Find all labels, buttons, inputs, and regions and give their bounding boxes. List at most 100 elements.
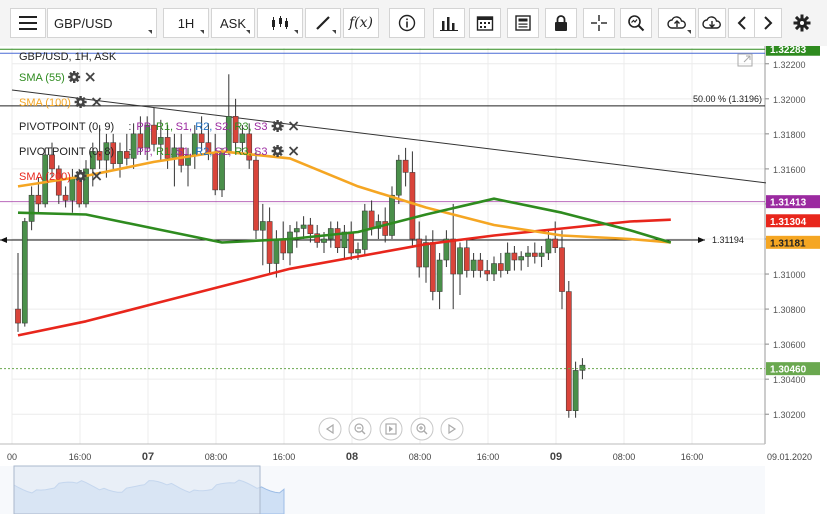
price-tag: 1.31181 bbox=[766, 235, 820, 249]
x-tick-label: 09 bbox=[550, 451, 562, 463]
y-tick-label: 1.31600 bbox=[773, 165, 806, 175]
pivot-level-label: PP, bbox=[136, 146, 152, 158]
x-tick-label: 00 bbox=[7, 452, 17, 462]
candle-body bbox=[518, 256, 525, 261]
settings-button[interactable] bbox=[787, 8, 817, 38]
y-tick-label: 1.30600 bbox=[773, 340, 806, 350]
pivot-level-label: R1, bbox=[156, 146, 173, 158]
news-button[interactable] bbox=[507, 8, 539, 38]
date-label: 09.01.2020 bbox=[767, 452, 812, 462]
zoom-icon bbox=[628, 15, 645, 32]
draw-button[interactable] bbox=[305, 8, 341, 38]
chart-area[interactable]: 1.322001.320001.318001.316001.314001.312… bbox=[0, 42, 827, 515]
gear-icon[interactable] bbox=[74, 96, 87, 108]
gear-hole bbox=[276, 124, 280, 128]
candle-body bbox=[157, 137, 164, 145]
candle-body bbox=[321, 238, 327, 243]
candle-body bbox=[253, 159, 259, 231]
calendar-button[interactable] bbox=[469, 8, 501, 38]
candle-body bbox=[484, 270, 491, 275]
scroll-left-button[interactable] bbox=[728, 8, 756, 38]
price-tag-label: 1.31181 bbox=[770, 238, 806, 249]
price-chart[interactable]: 1.322001.320001.318001.316001.314001.312… bbox=[0, 42, 827, 515]
draw-icon bbox=[316, 16, 330, 30]
y-tick-label: 1.30400 bbox=[773, 375, 806, 385]
zoom-button[interactable] bbox=[620, 8, 652, 38]
menu-icon bbox=[19, 16, 37, 30]
arrow-left-icon bbox=[737, 16, 746, 30]
indicator-legend-item[interactable]: PIVOTPOINT (0, 9): PP, R1, S1, R2, S2, R3, S3 bbox=[19, 120, 299, 133]
candle-body bbox=[423, 242, 429, 268]
timeframe-selector[interactable]: 1H bbox=[163, 8, 209, 38]
volume-bars-button[interactable] bbox=[433, 8, 465, 38]
upload-icon bbox=[667, 16, 686, 29]
next-button[interactable] bbox=[440, 417, 464, 441]
reset-button[interactable] bbox=[379, 417, 403, 441]
candle-body bbox=[300, 224, 307, 229]
candle-body bbox=[457, 247, 463, 275]
symbol-selector[interactable]: GBP/USD bbox=[47, 8, 157, 38]
indicator-name: PIVOTPOINT (0, 9) bbox=[19, 121, 114, 133]
download-button[interactable] bbox=[698, 8, 726, 38]
prev-button[interactable] bbox=[318, 417, 342, 441]
gear-icon[interactable] bbox=[271, 120, 284, 132]
pivot-level-label: S2, bbox=[215, 121, 232, 133]
price-tag-label: 1.31304 bbox=[770, 217, 807, 228]
candle bbox=[253, 151, 259, 239]
gear-icon[interactable] bbox=[68, 71, 81, 83]
candle-body bbox=[307, 224, 314, 234]
crosshair-button[interactable] bbox=[583, 8, 615, 38]
candle-body bbox=[35, 194, 42, 205]
y-tick-label: 1.30200 bbox=[773, 410, 806, 420]
gear-icon[interactable] bbox=[74, 170, 87, 182]
info-icon bbox=[398, 14, 416, 32]
scroll-right-button[interactable] bbox=[754, 8, 782, 38]
candle-body bbox=[416, 238, 423, 268]
candle-body bbox=[21, 221, 28, 324]
indicator-legend-item[interactable]: PIVOTPOINT (0, 8): PP, R1, S1, R2, S2, R3, S3 bbox=[19, 145, 299, 158]
gear-icon bbox=[793, 14, 811, 32]
x-tick-label: 08:00 bbox=[409, 452, 432, 462]
legend-separator: : bbox=[128, 146, 131, 158]
y-tick-label: 1.32200 bbox=[773, 60, 806, 70]
x-tick-label: 08:00 bbox=[613, 452, 636, 462]
candle-body bbox=[280, 238, 287, 254]
nav-button-circle bbox=[410, 417, 434, 441]
lock-button[interactable] bbox=[545, 8, 577, 38]
zoom-out-button[interactable] bbox=[348, 417, 372, 441]
x-tick-label: 16:00 bbox=[477, 452, 500, 462]
candle-body bbox=[497, 263, 504, 271]
x-tick-label: 08:00 bbox=[205, 452, 228, 462]
candle-body bbox=[409, 172, 416, 240]
candle-body bbox=[293, 228, 300, 233]
candle-body bbox=[389, 194, 395, 236]
candle-body bbox=[395, 159, 402, 196]
chart-type-button[interactable] bbox=[257, 8, 303, 38]
zoom-in-button[interactable] bbox=[410, 417, 434, 441]
candle-body bbox=[28, 194, 35, 222]
gear-icon[interactable] bbox=[271, 145, 284, 157]
lock-icon bbox=[555, 15, 567, 31]
pivot-level-label: S3 bbox=[254, 146, 267, 158]
price-type-selector[interactable]: ASK bbox=[211, 8, 255, 38]
bars-icon bbox=[440, 17, 458, 31]
menu-button[interactable] bbox=[10, 8, 46, 38]
upload-button[interactable] bbox=[658, 8, 696, 38]
navigator-window[interactable] bbox=[13, 465, 261, 515]
caret-icon bbox=[148, 30, 152, 34]
price-tag: 1.32283 bbox=[766, 42, 820, 56]
x-tick-label: 07 bbox=[142, 451, 154, 463]
price-tag-label: 1.31413 bbox=[770, 198, 807, 209]
pivot-level-label: PP, bbox=[136, 121, 152, 133]
candle-body bbox=[239, 133, 246, 143]
candles-icon bbox=[272, 16, 288, 30]
x-tick-label: 16:00 bbox=[681, 452, 704, 462]
candle-body bbox=[334, 228, 341, 249]
candle-body bbox=[15, 308, 21, 324]
price-tag-label: 1.30460 bbox=[770, 365, 807, 376]
symbol-label: GBP/USD bbox=[54, 15, 113, 31]
info-button[interactable] bbox=[389, 8, 425, 38]
download-icon bbox=[702, 16, 721, 29]
candle-body bbox=[368, 210, 375, 229]
indicators-button[interactable]: f(x) bbox=[343, 8, 379, 38]
